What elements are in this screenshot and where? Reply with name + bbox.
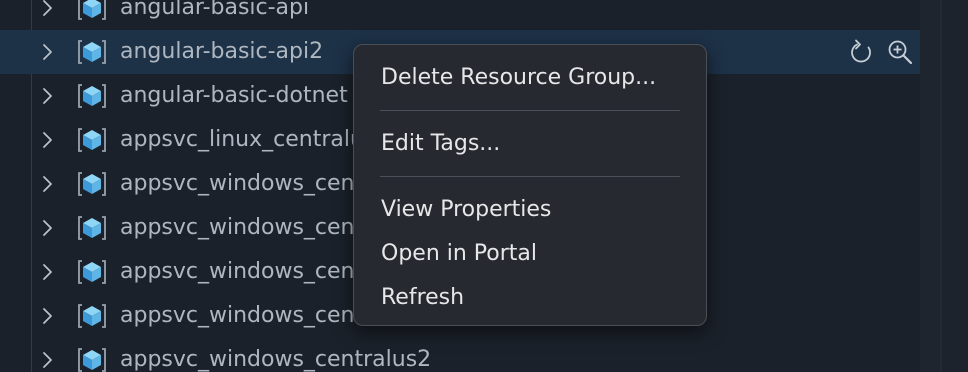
- menu-item-refresh[interactable]: Refresh: [354, 276, 706, 320]
- chevron-right-icon[interactable]: [40, 263, 56, 281]
- side-panel-edge: [942, 0, 968, 372]
- tree-row-label: appsvc_windows_centralus2: [120, 347, 432, 372]
- menu-separator: [380, 176, 680, 177]
- resource-group-icon: [76, 259, 108, 285]
- chevron-right-icon[interactable]: [40, 131, 56, 149]
- refresh-icon[interactable]: [848, 38, 876, 66]
- chevron-right-icon[interactable]: [40, 0, 56, 17]
- scrollbar-area: [920, 0, 968, 372]
- chevron-right-icon[interactable]: [40, 43, 56, 61]
- resource-groups-view: angular-basic-api angular-basic-api2 ang…: [0, 0, 968, 372]
- resource-group-icon: [76, 83, 108, 109]
- menu-item-open-in-portal[interactable]: Open in Portal: [354, 232, 706, 276]
- tree-row-label: angular-basic-dotnet: [120, 83, 348, 108]
- menu-item-delete-resource-group[interactable]: Delete Resource Group...: [354, 56, 706, 100]
- tree-row[interactable]: appsvc_windows_centralus2: [0, 338, 940, 372]
- chevron-right-icon[interactable]: [40, 175, 56, 193]
- row-action-buttons: [848, 38, 914, 66]
- zoom-in-icon[interactable]: [886, 38, 914, 66]
- chevron-right-icon[interactable]: [40, 87, 56, 105]
- chevron-right-icon[interactable]: [40, 351, 56, 369]
- context-menu: Delete Resource Group... Edit Tags... Vi…: [353, 44, 707, 326]
- tree-row-label: angular-basic-api2: [120, 39, 324, 64]
- resource-group-icon: [76, 303, 108, 329]
- chevron-right-icon[interactable]: [40, 307, 56, 325]
- chevron-right-icon[interactable]: [40, 219, 56, 237]
- tree-row-label: angular-basic-api: [120, 0, 310, 20]
- menu-separator: [380, 110, 680, 111]
- menu-item-edit-tags[interactable]: Edit Tags...: [354, 122, 706, 166]
- resource-group-icon: [76, 215, 108, 241]
- tree-row-label: appsvc_linux_centralus: [120, 127, 376, 152]
- resource-group-icon: [76, 171, 108, 197]
- scrollbar-track[interactable]: [920, 0, 940, 372]
- resource-group-icon: [76, 347, 108, 372]
- tree-row[interactable]: angular-basic-api: [0, 0, 940, 30]
- menu-item-view-properties[interactable]: View Properties: [354, 188, 706, 232]
- resource-group-icon: [76, 0, 108, 21]
- resource-group-icon: [76, 39, 108, 65]
- resource-group-icon: [76, 127, 108, 153]
